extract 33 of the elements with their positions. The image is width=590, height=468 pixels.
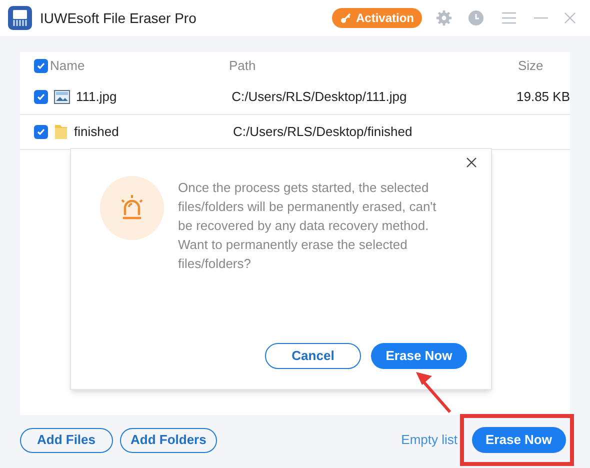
column-header: Path xyxy=(228,57,257,76)
file-name: 111.jpg xyxy=(76,88,117,106)
checkbox[interactable] xyxy=(34,90,48,104)
shredder-icon xyxy=(8,6,32,30)
column-header: Name xyxy=(50,57,85,76)
cancel-button[interactable]: Cancel xyxy=(265,343,361,369)
pointer-arrow xyxy=(414,370,454,414)
check-icon xyxy=(36,92,46,102)
file-size: 19.85 KB xyxy=(516,88,570,106)
window-title: IUWEsoft File Eraser Pro xyxy=(40,8,196,28)
settings-icon[interactable] xyxy=(436,10,452,26)
column-header: Size xyxy=(517,57,544,76)
key-icon xyxy=(340,12,352,24)
close-icon[interactable] xyxy=(466,157,477,168)
warning-message: Once the process gets started, the selected files/folders will be permanently erased, can't be recovered by any data recovery method. Want to permanently erase the selected files/folders? xyxy=(178,179,438,273)
erase-now-button[interactable]: Erase Now xyxy=(371,343,467,369)
clock-icon[interactable] xyxy=(468,10,484,26)
image-file-icon xyxy=(54,90,70,104)
add-folders-button[interactable]: Add Folders xyxy=(120,428,218,452)
empty-list-link[interactable]: Empty list xyxy=(401,430,458,450)
checkbox[interactable] xyxy=(34,59,48,73)
erase-now-button[interactable]: Erase Now xyxy=(472,427,566,453)
activation-button[interactable]: Activation xyxy=(332,8,422,28)
file-path: C:/Users/RLS/Desktop/111.jpg xyxy=(230,88,408,106)
file-name: finished xyxy=(74,123,119,142)
minimize-icon[interactable] xyxy=(534,17,548,19)
checkbox[interactable] xyxy=(34,125,48,139)
file-path: C:/Users/RLS/Desktop/finished xyxy=(232,123,414,142)
folder-icon xyxy=(54,124,68,140)
check-icon xyxy=(36,127,46,137)
check-icon xyxy=(36,61,46,71)
menu-icon[interactable] xyxy=(502,12,516,24)
add-files-button[interactable]: Add Files xyxy=(20,428,113,452)
